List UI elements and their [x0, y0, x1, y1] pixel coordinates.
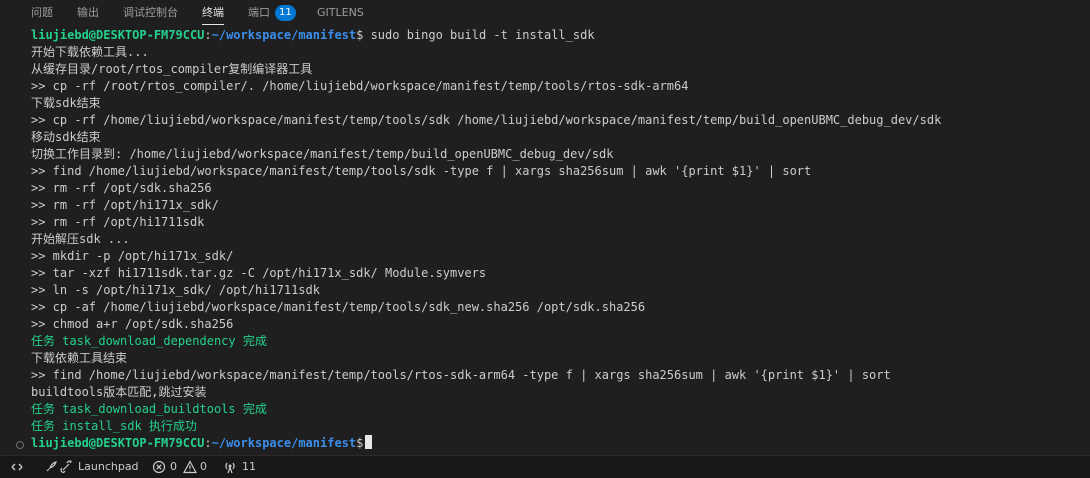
warning-icon[interactable] [183, 460, 197, 474]
terminal-prompt-line: liujiebd@DESKTOP-FM79CCU:~/workspace/man… [31, 435, 373, 452]
terminal-success-line: 任务 install_sdk 执行成功 [31, 419, 197, 433]
command-text: sudo bingo build -t install_sdk [363, 28, 595, 42]
tab-ports[interactable]: 端口 [248, 0, 270, 26]
launchpad-rocket-icon[interactable] [44, 460, 58, 474]
terminal-output-line: 切换工作目录到: /home/liujiebd/workspace/manife… [31, 147, 614, 161]
terminal-output-line: >> rm -rf /opt/sdk.sha256 [31, 181, 212, 195]
tab-debug-console[interactable]: 调试控制台 [123, 0, 178, 26]
terminal-output-line: >> cp -rf /home/liujiebd/workspace/manif… [31, 113, 942, 127]
prompt-path: ~/workspace/manifest [211, 436, 357, 450]
remote-connection-icon[interactable] [10, 460, 24, 474]
tab-terminal[interactable]: 终端 [202, 0, 224, 26]
terminal-output-line: >> find /home/liujiebd/workspace/manifes… [31, 164, 812, 178]
error-count[interactable]: 0 [170, 456, 177, 478]
launchpad-link-icon[interactable] [59, 460, 73, 474]
prompt-colon: : [204, 436, 212, 450]
terminal-success-line: 任务 task_download_dependency 完成 [31, 334, 267, 348]
terminal-output-line: 移动sdk结束 [31, 130, 101, 144]
prompt-user: liujiebd@DESKTOP-FM79CCU [31, 436, 205, 450]
terminal-output-line: 从缓存目录/root/rtos_compiler复制编译器工具 [31, 62, 313, 76]
error-icon[interactable] [152, 460, 166, 474]
command-decoration-icon[interactable] [16, 441, 24, 449]
terminal-output-line: 开始下载依赖工具... [31, 45, 149, 59]
terminal-cursor [365, 435, 373, 449]
warning-count[interactable]: 0 [200, 456, 207, 478]
terminal-command-line: liujiebd@DESKTOP-FM79CCU:~/workspace/man… [31, 27, 595, 44]
prompt-colon: : [204, 28, 212, 42]
terminal-output-line: 开始解压sdk ... [31, 232, 130, 246]
terminal-output-line: >> rm -rf /opt/hi1711sdk [31, 215, 205, 229]
tab-problems[interactable]: 问题 [31, 0, 53, 26]
terminal-output-line: >> tar -xzf hi1711sdk.tar.gz -C /opt/hi1… [31, 266, 487, 280]
terminal-output-line: >> chmod a+r /opt/sdk.sha256 [31, 317, 234, 331]
terminal-output-line: >> rm -rf /opt/hi171x_sdk/ [31, 198, 219, 212]
prompt-dollar: $ [356, 436, 364, 450]
terminal-output-line: 下载sdk结束 [31, 96, 101, 110]
ports-broadcast-icon[interactable] [223, 460, 237, 474]
panel-tab-bar: 问题 输出 调试控制台 终端 端口 11 GITLENS [0, 0, 1090, 26]
terminal-view[interactable]: liujiebd@DESKTOP-FM79CCU:~/workspace/man… [0, 26, 1090, 455]
terminal-output-line: >> ln -s /opt/hi171x_sdk/ /opt/hi1711sdk [31, 283, 320, 297]
terminal-output-line: >> cp -af /home/liujiebd/workspace/manif… [31, 300, 646, 314]
launchpad-label[interactable]: Launchpad [78, 456, 139, 478]
terminal-output-line: >> find /home/liujiebd/workspace/manifes… [31, 368, 891, 382]
terminal-output-line: >> cp -rf /root/rtos_compiler/. /home/li… [31, 79, 689, 93]
status-bar: Launchpad 0 0 11 [0, 455, 1090, 478]
tab-gitlens[interactable]: GITLENS [317, 0, 364, 26]
terminal-output-line: 下载依赖工具结束 [31, 351, 128, 365]
terminal-success-line: 任务 task_download_buildtools 完成 [31, 402, 267, 416]
ports-count-badge: 11 [275, 5, 296, 21]
terminal-output-line: buildtools版本匹配,跳过安装 [31, 385, 207, 399]
ports-count[interactable]: 11 [242, 456, 256, 478]
prompt-path: ~/workspace/manifest [211, 28, 357, 42]
terminal-output-line: >> mkdir -p /opt/hi171x_sdk/ [31, 249, 234, 263]
prompt-user: liujiebd@DESKTOP-FM79CCU [31, 28, 205, 42]
tab-output[interactable]: 输出 [77, 0, 99, 26]
